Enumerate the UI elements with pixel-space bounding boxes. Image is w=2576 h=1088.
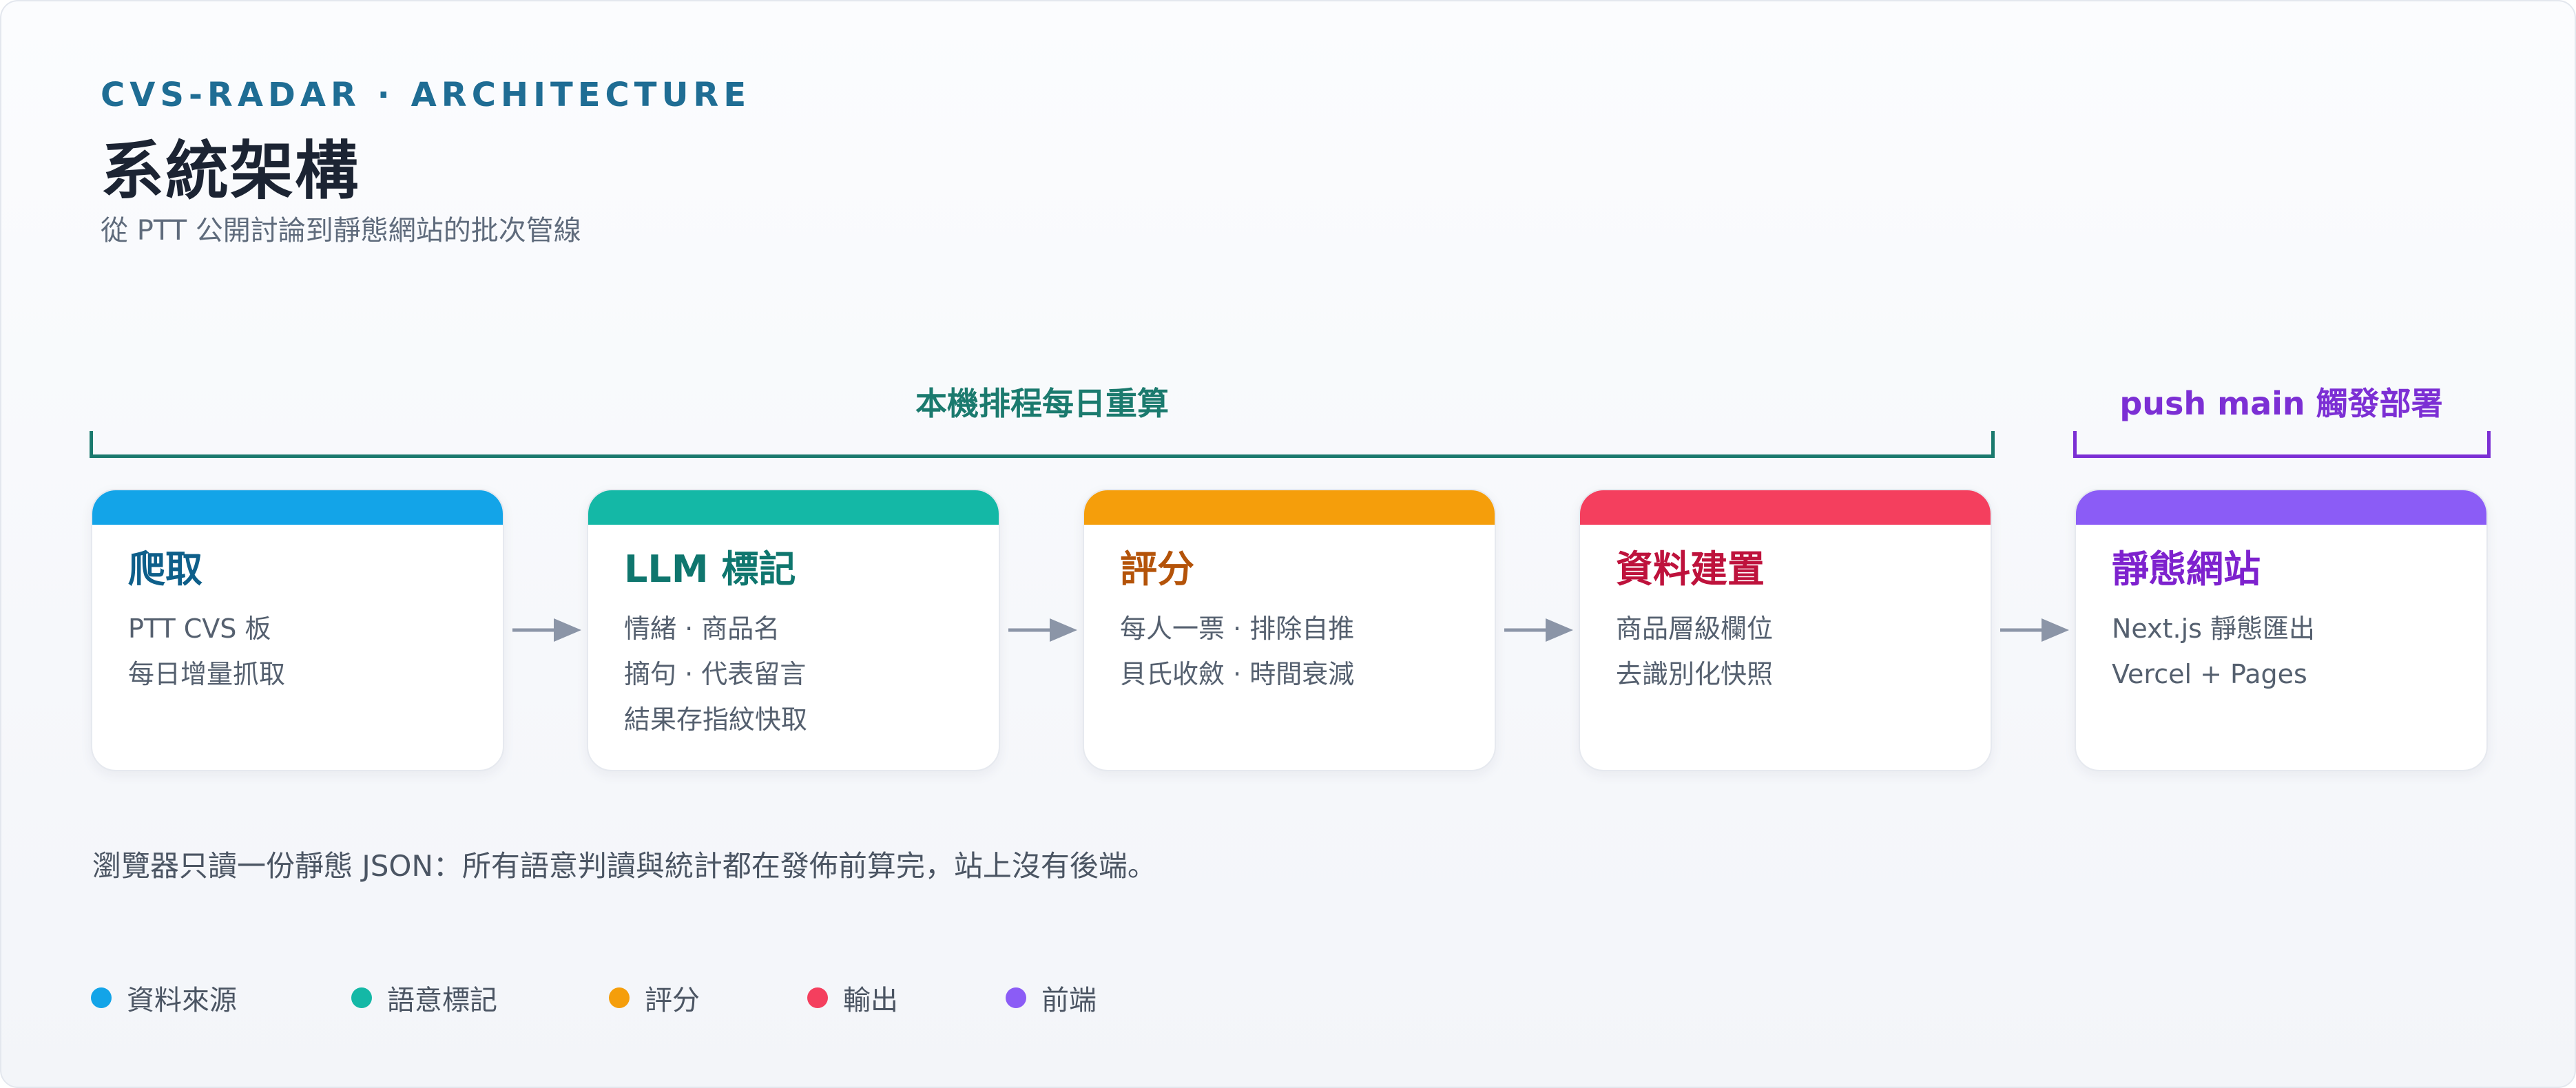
stage-color-bar xyxy=(92,490,503,525)
stage-detail-line: PTT CVS 板 xyxy=(128,614,271,644)
stage-detail-line: 貝氏收斂 · 時間衰減 xyxy=(1120,659,1355,689)
flow-arrow-icon xyxy=(1008,618,1077,642)
bracket-label-deploy: push main 觸發部署 xyxy=(2119,385,2443,422)
bracket-label-local-schedule: 本機排程每日重算 xyxy=(915,385,1169,422)
legend-dot-icon xyxy=(91,987,112,1008)
flow-arrow-icon xyxy=(512,618,581,642)
stage-details: Next.js 靜態匯出 Vercel + Pages xyxy=(2112,606,2315,697)
legend-dot-icon xyxy=(351,987,372,1008)
stage-card-llm-tagging: LLM 標記 情緒 · 商品名 摘句 · 代表留言 結果存指紋快取 xyxy=(587,489,1000,771)
legend-dot-icon xyxy=(1006,987,1026,1008)
legend-dot-icon xyxy=(609,987,630,1008)
stage-detail-line: Vercel + Pages xyxy=(2112,659,2307,689)
stage-details: 每人一票 · 排除自推 貝氏收斂 · 時間衰減 xyxy=(1120,606,1354,697)
legend: 資料來源 語意標記 評分 輸出 前端 xyxy=(91,978,1193,1019)
stage-detail-line: 商品層級欄位 xyxy=(1616,614,1774,644)
bracket-deploy xyxy=(2073,431,2491,458)
stage-detail-line: Next.js 靜態匯出 xyxy=(2112,614,2316,644)
legend-item-output: 輸出 xyxy=(807,978,898,1018)
legend-label: 評分 xyxy=(645,985,700,1016)
legend-label: 前端 xyxy=(1041,985,1097,1016)
stage-color-bar xyxy=(1084,490,1495,525)
stage-details: PTT CVS 板 每日增量抓取 xyxy=(128,606,285,697)
stage-detail-line: 去識別化快照 xyxy=(1616,659,1774,689)
architecture-canvas: CVS-RADAR · ARCHITECTURE 系統架構 從 PTT 公開討論… xyxy=(0,0,2576,1088)
stage-title: LLM 標記 xyxy=(624,547,796,591)
legend-item-tagging: 語意標記 xyxy=(351,978,497,1018)
legend-dot-icon xyxy=(807,987,828,1008)
stage-title: 資料建置 xyxy=(1616,547,1765,591)
stage-card-scoring: 評分 每人一票 · 排除自推 貝氏收斂 · 時間衰減 xyxy=(1083,489,1496,771)
legend-item-source: 資料來源 xyxy=(91,978,237,1018)
stage-card-static-site: 靜態網站 Next.js 靜態匯出 Vercel + Pages xyxy=(2075,489,2488,771)
legend-label: 輸出 xyxy=(843,985,898,1016)
page-title: 系統架構 xyxy=(101,134,360,208)
stage-detail-line: 摘句 · 代表留言 xyxy=(624,659,807,689)
eyebrow-label: CVS-RADAR · ARCHITECTURE xyxy=(101,76,751,114)
stage-card-crawl: 爬取 PTT CVS 板 每日增量抓取 xyxy=(91,489,504,771)
stage-detail-line: 情緒 · 商品名 xyxy=(624,614,780,644)
stage-card-data-build: 資料建置 商品層級欄位 去識別化快照 xyxy=(1579,489,1992,771)
stage-color-bar xyxy=(588,490,999,525)
stage-detail-line: 每日增量抓取 xyxy=(128,659,286,689)
stage-details: 情緒 · 商品名 摘句 · 代表留言 結果存指紋快取 xyxy=(624,606,807,742)
bracket-local-schedule xyxy=(90,431,1995,458)
stage-detail-line: 結果存指紋快取 xyxy=(624,704,808,735)
stage-color-bar xyxy=(1580,490,1991,525)
stage-detail-line: 每人一票 · 排除自推 xyxy=(1120,614,1355,644)
flow-arrow-icon xyxy=(2000,618,2069,642)
legend-item-frontend: 前端 xyxy=(1006,978,1097,1018)
stage-title: 爬取 xyxy=(128,547,202,591)
legend-label: 資料來源 xyxy=(127,985,237,1016)
legend-item-scoring: 評分 xyxy=(609,978,700,1018)
stage-title: 靜態網站 xyxy=(2112,547,2261,591)
architecture-footnote: 瀏覽器只讀一份靜態 JSON：所有語意判讀與統計都在發佈前算完，站上沒有後端。 xyxy=(92,849,1156,883)
flow-arrow-icon xyxy=(1504,618,1573,642)
page-subtitle: 從 PTT 公開討論到靜態網站的批次管線 xyxy=(101,215,581,247)
stage-color-bar xyxy=(2076,490,2486,525)
stage-title: 評分 xyxy=(1120,547,1194,591)
stage-details: 商品層級欄位 去識別化快照 xyxy=(1616,606,1773,697)
legend-label: 語意標記 xyxy=(387,985,497,1016)
